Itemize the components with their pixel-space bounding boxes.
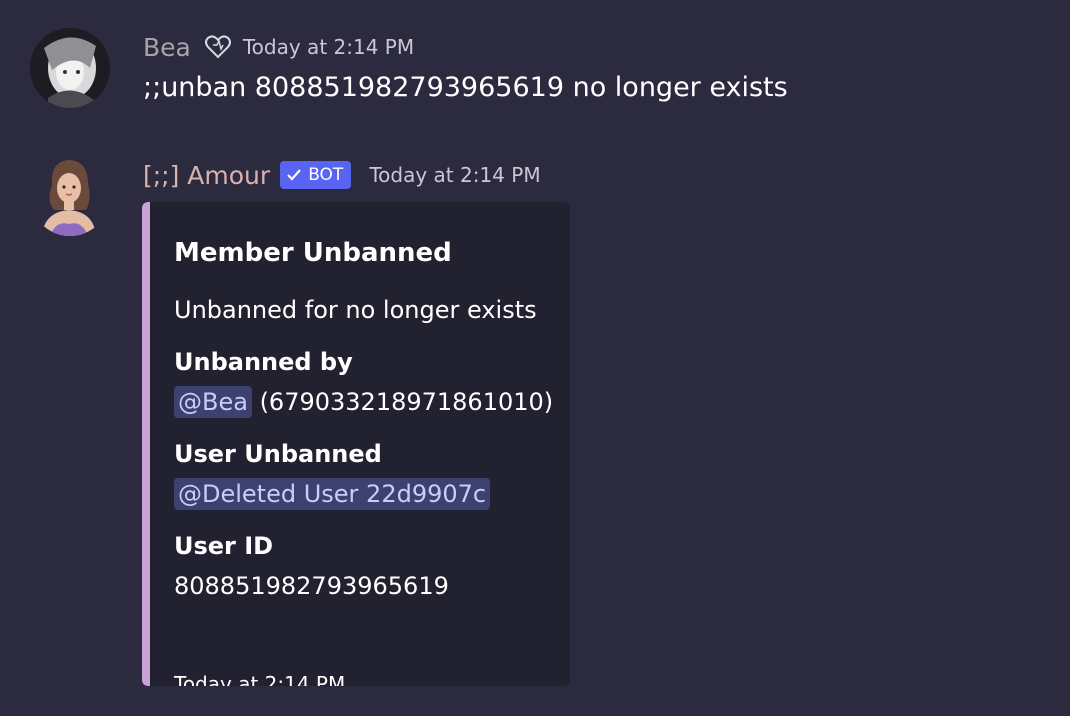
field-value-unbanned-by: @Bea (679033218971861010) [174, 386, 554, 418]
avatar[interactable] [30, 156, 110, 236]
check-icon [286, 167, 302, 183]
field-value-user-id: 808851982793965619 [174, 572, 449, 600]
message-content: ;;unban 808851982793965619 no longer exi… [143, 72, 788, 103]
user-mention[interactable]: @Deleted User 22d9907c [174, 478, 491, 510]
field-value-user-unbanned: @Deleted User 22d9907c [174, 478, 491, 510]
message-header: [;;] Amour BOT Today at 2:14 PM [143, 158, 541, 192]
avatar[interactable] [30, 28, 110, 108]
username[interactable]: [;;] Amour [143, 161, 270, 190]
embed-title: Member Unbanned [174, 238, 452, 268]
heart-icon [203, 32, 233, 62]
timestamp: Today at 2:14 PM [369, 163, 541, 187]
field-name-user-unbanned: User Unbanned [174, 440, 382, 468]
embed: Member Unbanned Unbanned for no longer e… [142, 202, 570, 686]
username[interactable]: Bea [143, 33, 191, 62]
message-header: Bea Today at 2:14 PM [143, 30, 414, 64]
user-mention[interactable]: @Bea [174, 386, 252, 418]
field-name-unbanned-by: Unbanned by [174, 348, 353, 376]
timestamp: Today at 2:14 PM [242, 35, 415, 59]
user-id-text: (679033218971861010) [251, 388, 554, 416]
bot-tag: BOT [280, 161, 352, 189]
bot-tag-label: BOT [308, 165, 344, 185]
embed-description: Unbanned for no longer exists [174, 296, 537, 324]
embed-footer-timestamp: Today at 2:14 PM [174, 672, 346, 686]
field-name-user-id: User ID [174, 532, 274, 560]
embed-accent-bar [142, 202, 150, 686]
